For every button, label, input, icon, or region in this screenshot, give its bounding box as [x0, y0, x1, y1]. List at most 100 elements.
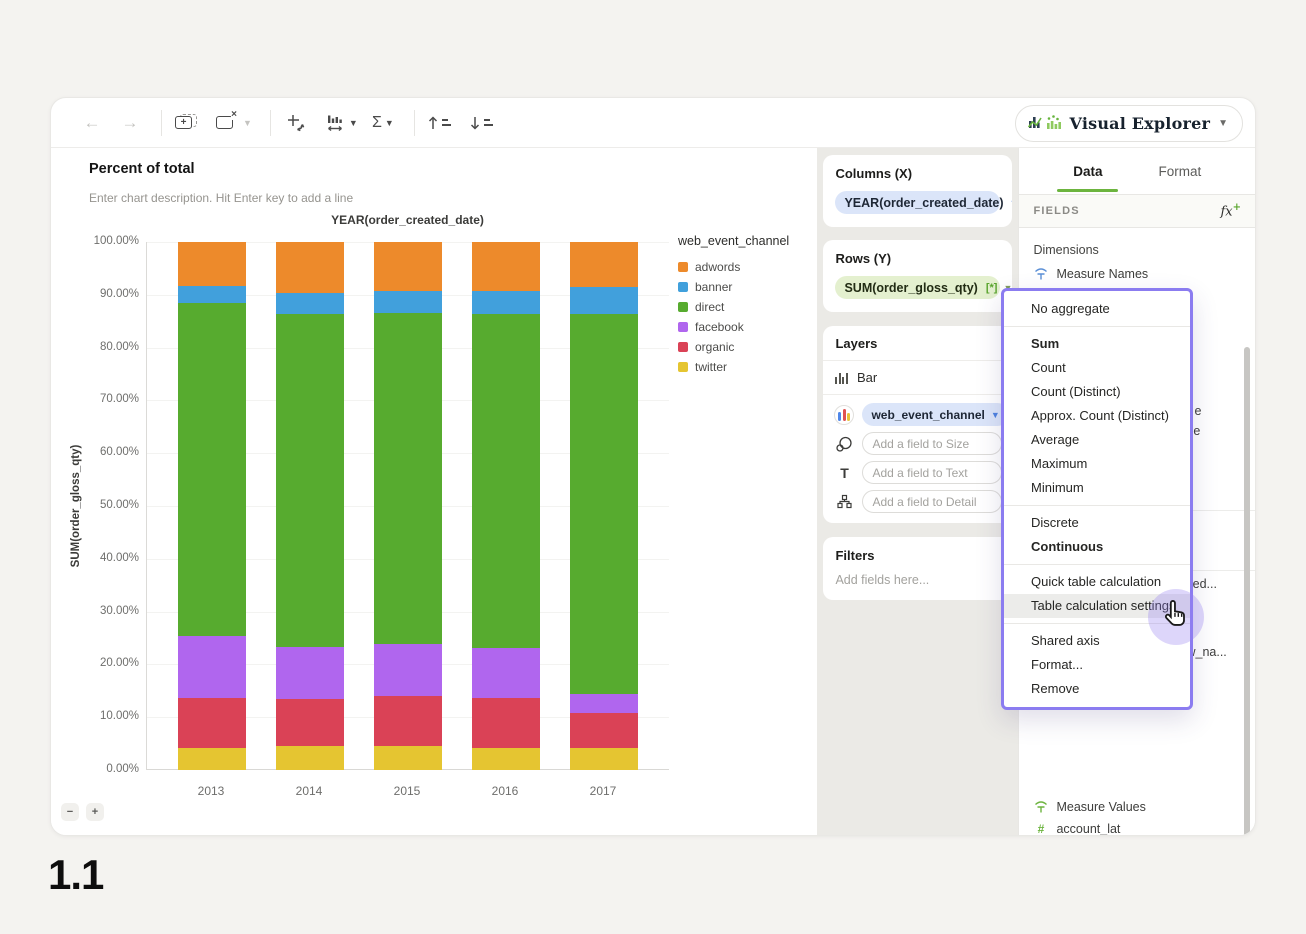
bar-segment-banner[interactable] — [472, 291, 540, 315]
menu-item-average[interactable]: Average — [1004, 428, 1190, 452]
bar-segment-adwords[interactable] — [276, 241, 344, 294]
y-tick-label: 60.00% — [99, 446, 139, 459]
menu-item-remove[interactable]: Remove — [1004, 677, 1190, 701]
add-calculation-button[interactable]: fx+ — [1220, 202, 1241, 219]
toolbar: ← → + × ▼ ▼ Σ ▼ Visual Explorer ▼ — [51, 98, 1255, 148]
stacked-bar-2016[interactable] — [472, 242, 540, 770]
sort-ascending-button[interactable] — [427, 109, 453, 137]
field-item-measure-names[interactable]: Measure Names — [1019, 263, 1255, 285]
y-tick-label: 90.00% — [99, 287, 139, 300]
bar-segment-twitter[interactable] — [570, 748, 638, 770]
menu-item-quick-table-calculation[interactable]: Quick table calculation — [1004, 570, 1190, 594]
legend-item-facebook[interactable]: facebook — [678, 320, 813, 334]
fields-scrollbar[interactable] — [1244, 347, 1250, 835]
bar-segment-direct[interactable] — [276, 313, 344, 647]
mark-type-selector[interactable]: Bar — [823, 361, 1013, 395]
menu-item-approx-count-distinct[interactable]: Approx. Count (Distinct) — [1004, 404, 1190, 428]
menu-item-format[interactable]: Format... — [1004, 653, 1190, 677]
bar-segment-direct[interactable] — [374, 312, 442, 645]
chart-title[interactable]: Percent of total — [89, 161, 195, 177]
remove-chart-button[interactable]: × ▼ — [216, 109, 252, 137]
bar-segment-organic[interactable] — [472, 697, 540, 748]
bar-segment-facebook[interactable] — [374, 644, 442, 696]
swap-axes-icon — [287, 114, 305, 131]
bar-segment-banner[interactable] — [374, 290, 442, 313]
legend-item-banner[interactable]: banner — [678, 280, 813, 294]
bar-segment-twitter[interactable] — [276, 745, 344, 770]
menu-item-continuous[interactable]: Continuous — [1004, 535, 1190, 559]
back-button[interactable]: ← — [79, 109, 105, 137]
zoom-in-button[interactable]: + — [86, 803, 104, 821]
chevron-down-icon: ▼ — [348, 117, 358, 128]
color-shelf-icon — [833, 404, 855, 425]
tab-data[interactable]: Data — [1057, 151, 1119, 192]
stacked-bar-2013[interactable] — [178, 242, 246, 770]
bar-segment-facebook[interactable] — [276, 646, 344, 700]
bar-segment-twitter[interactable] — [178, 747, 246, 770]
tab-format[interactable]: Format — [1154, 151, 1205, 192]
bar-segment-adwords[interactable] — [374, 241, 442, 291]
bar-segment-direct[interactable] — [570, 314, 638, 695]
detail-field-dropzone[interactable]: Add a field to Detail — [862, 490, 1003, 513]
sort-descending-button[interactable] — [469, 109, 495, 137]
stacked-bar-2017[interactable] — [570, 242, 638, 770]
add-chart-button[interactable]: + — [174, 109, 200, 137]
y-tick-label: 30.00% — [99, 604, 139, 617]
menu-item-maximum[interactable]: Maximum — [1004, 452, 1190, 476]
chevron-down-icon[interactable]: ▼ — [991, 410, 1000, 420]
columns-card: Columns (X) YEAR(order_created_date) ▼ — [823, 155, 1013, 227]
bar-segment-facebook[interactable] — [570, 694, 638, 713]
menu-item-count[interactable]: Count — [1004, 356, 1190, 380]
legend-item-twitter[interactable]: twitter — [678, 360, 813, 374]
stacked-bar-2015[interactable] — [374, 241, 442, 770]
legend-item-organic[interactable]: organic — [678, 340, 813, 354]
aggregate-button[interactable]: Σ ▼ — [370, 109, 396, 137]
fields-tabs: Data Format — [1019, 148, 1255, 195]
menu-item-minimum[interactable]: Minimum — [1004, 476, 1190, 500]
zoom-out-button[interactable]: − — [61, 803, 79, 821]
bar-segment-organic[interactable] — [276, 699, 344, 746]
color-field-pill[interactable]: web_event_channel ▼ — [862, 403, 1009, 426]
forward-button[interactable]: → — [117, 109, 143, 137]
bar-segment-direct[interactable] — [472, 314, 540, 649]
visual-explorer-selector[interactable]: Visual Explorer ▼ — [1014, 105, 1243, 142]
legend-label: banner — [695, 280, 733, 294]
legend-item-direct[interactable]: direct — [678, 300, 813, 314]
columns-label: Columns (X) — [835, 166, 913, 181]
bar-segment-banner[interactable] — [570, 286, 638, 315]
field-item-account-lat[interactable]: # account_lat — [1019, 818, 1255, 835]
bar-segment-adwords[interactable] — [472, 242, 540, 292]
filters-dropzone[interactable]: Add fields here... — [835, 573, 1000, 587]
menu-item-sum[interactable]: Sum — [1004, 332, 1190, 356]
legend: web_event_channel adwords banner direct fac… — [678, 234, 813, 380]
bar-width-button[interactable]: ▼ — [325, 109, 358, 137]
bar-segment-twitter[interactable] — [472, 747, 540, 770]
size-field-dropzone[interactable]: Add a field to Size — [862, 432, 1003, 455]
text-field-dropzone[interactable]: Add a field to Text — [862, 461, 1003, 484]
bar-segment-twitter[interactable] — [374, 745, 442, 770]
bar-segment-organic[interactable] — [374, 695, 442, 746]
swap-axes-button[interactable] — [283, 109, 309, 137]
chevron-down-icon[interactable]: ▼ — [1010, 198, 1013, 208]
rows-pill[interactable]: SUM(order_gloss_qty) [*] ▼ — [835, 276, 1012, 299]
stacked-bar-2014[interactable] — [276, 241, 344, 770]
bar-segment-facebook[interactable] — [178, 636, 246, 698]
x-tick-label: 2017 — [589, 784, 617, 798]
bar-segment-banner[interactable] — [178, 285, 246, 303]
legend-item-adwords[interactable]: adwords — [678, 260, 813, 274]
bar-segment-adwords[interactable] — [570, 242, 638, 287]
chart-description-placeholder[interactable]: Enter chart description. Hit Enter key t… — [89, 191, 353, 205]
y-tick-label: 100.00% — [93, 235, 139, 247]
bar-segment-banner[interactable] — [276, 293, 344, 314]
menu-item-count-distinct[interactable]: Count (Distinct) — [1004, 380, 1190, 404]
bar-segment-adwords[interactable] — [178, 242, 246, 286]
bar-mark-icon — [835, 372, 848, 384]
bar-segment-direct[interactable] — [178, 302, 246, 637]
menu-item-no-aggregate[interactable]: No aggregate — [1004, 297, 1190, 321]
bar-segment-organic[interactable] — [570, 712, 638, 749]
field-item-measure-values[interactable]: Measure Values — [1019, 796, 1255, 818]
bar-segment-facebook[interactable] — [472, 648, 540, 698]
bar-segment-organic[interactable] — [178, 697, 246, 748]
menu-item-discrete[interactable]: Discrete — [1004, 511, 1190, 535]
columns-pill[interactable]: YEAR(order_created_date) ▼ — [835, 191, 1012, 214]
